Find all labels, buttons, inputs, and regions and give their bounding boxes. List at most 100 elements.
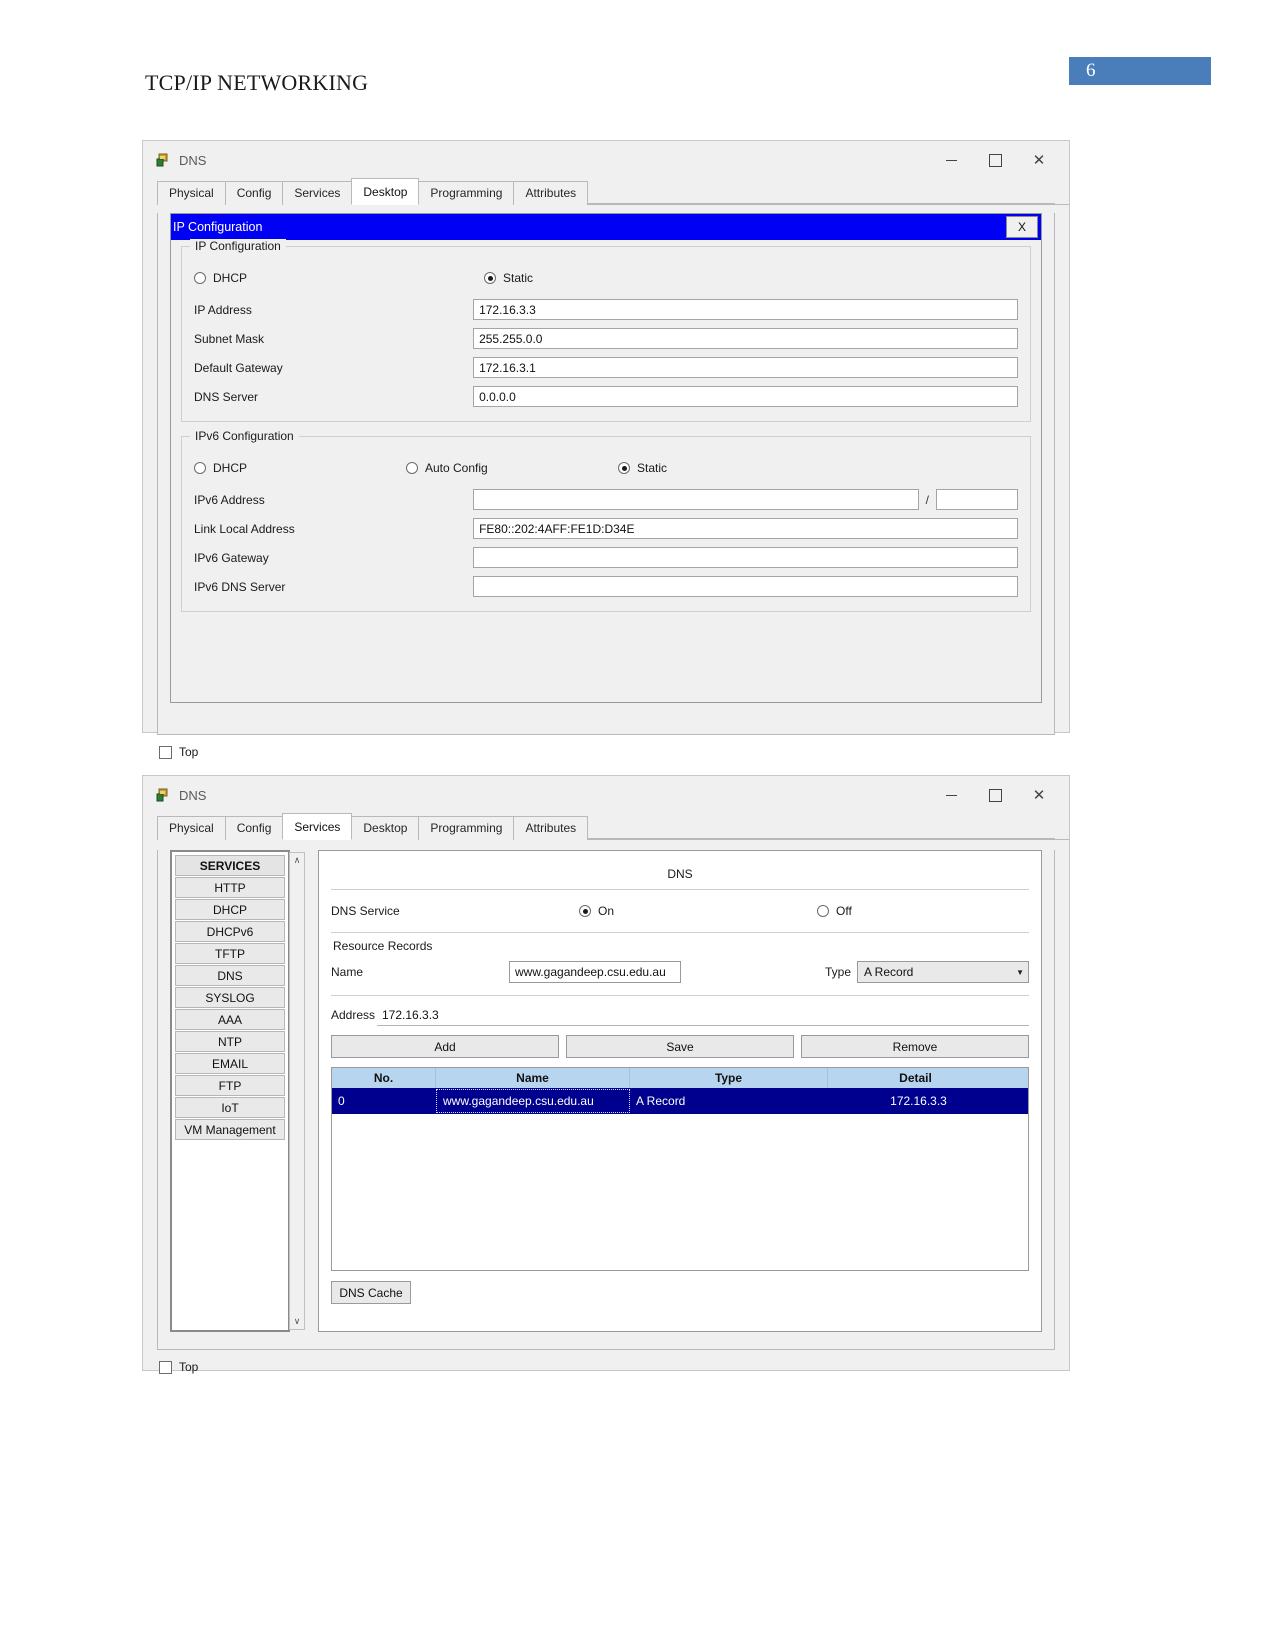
packet-tracer-icon	[155, 152, 171, 168]
service-item-email[interactable]: EMAIL	[175, 1053, 285, 1074]
tab-programming[interactable]: Programming	[418, 816, 515, 840]
record-type-select[interactable]: A Record ▼	[857, 961, 1029, 983]
link-local-address-row: Link Local Address FE80::202:4AFF:FE1D:D…	[194, 514, 1018, 543]
panel-close-button[interactable]: X	[1006, 216, 1038, 238]
default-gateway-label: Default Gateway	[194, 360, 283, 375]
cell-name: www.gagandeep.csu.edu.au	[436, 1089, 630, 1113]
radio-ipv4-dhcp[interactable]: DHCP	[194, 271, 484, 285]
radio-dot-icon	[484, 272, 496, 284]
service-item-tftp[interactable]: TFTP	[175, 943, 285, 964]
page-number-badge: 6	[1069, 57, 1211, 85]
radio-dot-icon	[817, 905, 829, 917]
top-checkbox[interactable]	[159, 745, 172, 759]
service-item-dns[interactable]: DNS	[175, 965, 285, 986]
tab-programming[interactable]: Programming	[418, 181, 515, 205]
table-row[interactable]: 0 www.gagandeep.csu.edu.au A Record 172.…	[332, 1088, 1028, 1114]
maximize-icon[interactable]	[973, 145, 1017, 175]
services-area: SERVICES HTTP DHCP DHCPv6 TFTP DNS SYSLO…	[170, 850, 1042, 1332]
ipv6-gateway-input[interactable]	[473, 547, 1018, 568]
subnet-mask-row: Subnet Mask 255.255.0.0	[194, 324, 1018, 353]
name-label: Name	[331, 965, 364, 979]
service-item-vm-management[interactable]: VM Management	[175, 1119, 285, 1140]
divider	[331, 995, 1029, 996]
ipv6-address-input[interactable]	[472, 489, 919, 510]
services-scrollbar[interactable]: ∧ ∨	[289, 852, 305, 1330]
radio-dns-off[interactable]: Off	[817, 904, 852, 918]
service-item-http[interactable]: HTTP	[175, 877, 285, 898]
ipv6-prefix-input[interactable]	[935, 489, 1018, 510]
radio-dns-on[interactable]: On	[579, 904, 817, 918]
ipv6-dns-server-input[interactable]	[473, 576, 1018, 597]
ipv6-dns-server-row: IPv6 DNS Server	[194, 572, 1018, 601]
top-checkbox-label: Top	[179, 745, 199, 759]
window-title: DNS	[179, 152, 207, 168]
top-checkbox-row[interactable]: Top	[159, 745, 1069, 759]
radio-ipv6-auto-config[interactable]: Auto Config	[406, 461, 618, 475]
divider	[331, 889, 1029, 890]
packet-tracer-icon	[155, 787, 171, 803]
record-address-input[interactable]: 172.16.3.3	[377, 1004, 1029, 1026]
type-label: Type	[825, 965, 852, 979]
radio-ipv4-static[interactable]: Static	[484, 271, 533, 285]
radio-ipv6-static[interactable]: Static	[618, 461, 667, 475]
column-header-detail: Detail	[899, 1071, 932, 1085]
minimize-icon[interactable]	[929, 780, 973, 810]
default-gateway-input[interactable]: 172.16.3.1	[473, 357, 1018, 378]
close-icon[interactable]: ✕	[1017, 780, 1061, 810]
top-checkbox-row[interactable]: Top	[159, 1360, 1069, 1374]
radio-dns-on-label: On	[598, 904, 615, 918]
tab-physical[interactable]: Physical	[157, 816, 226, 840]
close-icon[interactable]: ✕	[1017, 145, 1061, 175]
top-checkbox[interactable]	[159, 1360, 172, 1374]
tabstrip-filler	[587, 203, 1055, 204]
service-item-dhcpv6[interactable]: DHCPv6	[175, 921, 285, 942]
radio-dot-icon	[194, 272, 206, 284]
service-item-ntp[interactable]: NTP	[175, 1031, 285, 1052]
ip-configuration-panel: IP Configuration X IP Configuration DHCP…	[170, 213, 1042, 703]
service-item-dhcp[interactable]: DHCP	[175, 899, 285, 920]
scroll-up-icon[interactable]: ∧	[290, 853, 304, 868]
window-body: SERVICES HTTP DHCP DHCPv6 TFTP DNS SYSLO…	[157, 850, 1055, 1350]
remove-button[interactable]: Remove	[801, 1035, 1029, 1058]
tabstrip: Physical Config Services Desktop Program…	[157, 178, 1069, 205]
ip-address-input[interactable]: 172.16.3.3	[473, 299, 1018, 320]
radio-dot-icon	[579, 905, 591, 917]
ip-address-label: IP Address	[194, 302, 252, 317]
dns-server-input[interactable]: 0.0.0.0	[473, 386, 1018, 407]
tab-desktop[interactable]: Desktop	[351, 816, 420, 840]
dns-pane-heading: DNS	[667, 867, 693, 881]
tab-services[interactable]: Services	[282, 813, 353, 840]
subnet-mask-input[interactable]: 255.255.0.0	[473, 328, 1018, 349]
tab-services[interactable]: Services	[282, 181, 353, 205]
radio-dot-icon	[406, 462, 418, 474]
save-button[interactable]: Save	[566, 1035, 794, 1058]
subnet-mask-label: Subnet Mask	[194, 331, 265, 346]
link-local-address-input[interactable]: FE80::202:4AFF:FE1D:D34E	[473, 518, 1018, 539]
services-list-items: SERVICES HTTP DHCP DHCPv6 TFTP DNS SYSLO…	[172, 852, 288, 1141]
dns-service-label: DNS Service	[331, 904, 400, 918]
service-item-iot[interactable]: IoT	[175, 1097, 285, 1118]
tab-desktop[interactable]: Desktop	[351, 178, 420, 205]
window-title: DNS	[179, 787, 207, 803]
tab-physical[interactable]: Physical	[157, 181, 226, 205]
tab-config[interactable]: Config	[224, 816, 284, 840]
scroll-down-icon[interactable]: ∨	[290, 1314, 304, 1329]
service-item-syslog[interactable]: SYSLOG	[175, 987, 285, 1008]
window-controls: ✕	[929, 780, 1061, 810]
resource-records-label: Resource Records	[333, 939, 433, 953]
dns-cache-button[interactable]: DNS Cache	[331, 1281, 411, 1304]
service-item-ftp[interactable]: FTP	[175, 1075, 285, 1096]
minimize-icon[interactable]	[929, 145, 973, 175]
tab-attributes[interactable]: Attributes	[513, 181, 589, 205]
tab-config[interactable]: Config	[224, 181, 284, 205]
service-item-aaa[interactable]: AAA	[175, 1009, 285, 1030]
radio-ipv6-dhcp[interactable]: DHCP	[194, 461, 406, 475]
maximize-icon[interactable]	[973, 780, 1017, 810]
record-name-input[interactable]: www.gagandeep.csu.edu.au	[509, 961, 681, 983]
tab-attributes[interactable]: Attributes	[513, 816, 589, 840]
record-name-row: Name www.gagandeep.csu.edu.au Type A Rec…	[331, 957, 1029, 987]
add-button[interactable]: Add	[331, 1035, 559, 1058]
table-header-row: No. Name Type Detail	[332, 1068, 1028, 1088]
ipv6-address-label: IPv6 Address	[194, 492, 265, 507]
tabstrip: Physical Config Services Desktop Program…	[157, 813, 1069, 840]
